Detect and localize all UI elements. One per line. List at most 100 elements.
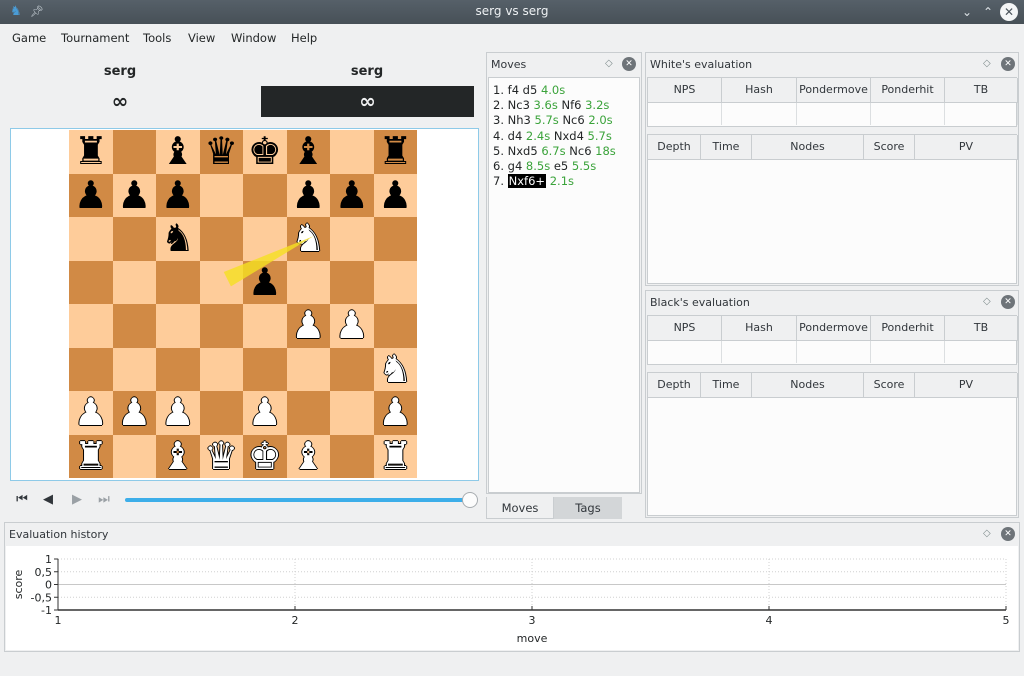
square-f2[interactable] [286, 391, 330, 435]
square-d6[interactable] [199, 217, 243, 261]
float-icon[interactable]: ◇ [983, 296, 991, 307]
white-pawn-icon[interactable]: ♟ [243, 391, 287, 435]
square-a4[interactable] [69, 304, 113, 348]
black-stats-header-pondermove[interactable]: Pondermove [797, 316, 871, 341]
black-stats-header-nps[interactable]: NPS [648, 316, 722, 341]
square-d5[interactable] [199, 260, 243, 304]
square-g6[interactable] [330, 217, 374, 261]
move-slider-track[interactable] [125, 498, 470, 502]
tab-tags[interactable]: Tags [554, 497, 622, 519]
white-pv-header-pv[interactable]: PV [915, 135, 1018, 160]
black-knight-icon[interactable]: ♞ [156, 217, 200, 261]
float-icon[interactable]: ◇ [983, 58, 991, 69]
square-e6[interactable] [243, 217, 287, 261]
white-bishop-icon[interactable]: ♝ [156, 434, 200, 479]
square-b4[interactable] [112, 304, 156, 348]
square-d4[interactable] [199, 304, 243, 348]
menu-game[interactable]: Game [12, 31, 46, 45]
square-g1[interactable] [330, 434, 374, 478]
previous-move-button[interactable]: ◀ [40, 492, 56, 508]
close-dock-button[interactable]: ✕ [1001, 295, 1015, 309]
square-f5[interactable] [286, 260, 330, 304]
white-rook-icon[interactable]: ♜ [69, 434, 113, 479]
black-pawn-icon[interactable]: ♟ [374, 173, 418, 218]
tab-moves[interactable]: Moves [486, 497, 554, 519]
square-h4[interactable] [373, 304, 417, 348]
black-move[interactable]: e5 [554, 159, 572, 173]
square-e4[interactable] [243, 304, 287, 348]
white-pawn-icon[interactable]: ♟ [113, 391, 157, 435]
square-d2[interactable] [199, 391, 243, 435]
square-a3[interactable] [69, 347, 113, 391]
maximize-button[interactable]: ⌃ [979, 3, 997, 21]
white-stats-header-nps[interactable]: NPS [648, 78, 722, 103]
close-dock-button[interactable]: ✕ [1001, 57, 1015, 71]
menu-help[interactable]: Help [291, 31, 317, 45]
square-g3[interactable] [330, 347, 374, 391]
float-icon[interactable]: ◇ [605, 58, 613, 69]
move-slider-handle[interactable] [462, 492, 478, 508]
float-icon[interactable]: ◇ [983, 528, 991, 539]
square-c3[interactable] [156, 347, 200, 391]
first-move-button[interactable]: ⏮︎ [14, 492, 30, 508]
black-move[interactable]: Nc6 [562, 113, 588, 127]
black-stats-header-ponderhit[interactable]: Ponderhit [871, 316, 945, 341]
white-pv-header-depth[interactable]: Depth [648, 135, 701, 160]
last-move-button[interactable]: ⏭︎ [96, 492, 112, 508]
black-rook-icon[interactable]: ♜ [374, 130, 418, 174]
white-move[interactable]: Nxd5 [508, 144, 538, 158]
menu-window[interactable]: Window [231, 31, 276, 45]
black-pawn-icon[interactable]: ♟ [243, 260, 287, 305]
menu-tournament[interactable]: Tournament [61, 31, 129, 45]
close-dock-button[interactable]: ✕ [1001, 527, 1015, 541]
black-bishop-icon[interactable]: ♝ [287, 130, 331, 174]
square-d3[interactable] [199, 347, 243, 391]
white-bishop-icon[interactable]: ♝ [287, 434, 331, 479]
white-stats-header-hash[interactable]: Hash [722, 78, 797, 103]
white-stats-header-tb[interactable]: TB [945, 78, 1018, 103]
close-dock-button[interactable]: ✕ [622, 57, 636, 71]
white-stats-header-pondermove[interactable]: Pondermove [797, 78, 871, 103]
square-h6[interactable] [373, 217, 417, 261]
white-pv-header-nodes[interactable]: Nodes [752, 135, 864, 160]
black-pv-header-nodes[interactable]: Nodes [752, 373, 864, 398]
black-stats-header-tb[interactable]: TB [945, 316, 1018, 341]
black-pawn-icon[interactable]: ♟ [330, 173, 374, 218]
white-king-icon[interactable]: ♚ [243, 434, 287, 479]
black-pv-header-time[interactable]: Time [701, 373, 752, 398]
square-b6[interactable] [112, 217, 156, 261]
black-move[interactable]: d5 [523, 83, 541, 97]
white-pv-header-time[interactable]: Time [701, 135, 752, 160]
black-pv-header-score[interactable]: Score [864, 373, 915, 398]
square-b1[interactable] [112, 434, 156, 478]
minimize-button[interactable]: ⌄ [958, 3, 976, 21]
square-b3[interactable] [112, 347, 156, 391]
white-move[interactable]: g4 [508, 159, 523, 173]
square-d7[interactable] [199, 173, 243, 217]
white-queen-icon[interactable]: ♛ [200, 434, 244, 479]
white-move[interactable]: Nxf6+ [507, 174, 547, 189]
black-pv-header-pv[interactable]: PV [915, 373, 1018, 398]
square-b8[interactable] [112, 130, 156, 174]
black-pawn-icon[interactable]: ♟ [156, 173, 200, 218]
black-stats-header-hash[interactable]: Hash [722, 316, 797, 341]
square-g5[interactable] [330, 260, 374, 304]
square-c5[interactable] [156, 260, 200, 304]
square-c4[interactable] [156, 304, 200, 348]
black-move[interactable]: Nc6 [569, 144, 595, 158]
white-pawn-icon[interactable]: ♟ [330, 304, 374, 348]
black-move[interactable]: Nxd4 [554, 129, 588, 143]
black-pawn-icon[interactable]: ♟ [113, 173, 157, 218]
black-king-icon[interactable]: ♚ [243, 130, 287, 174]
menu-tools[interactable]: Tools [143, 31, 171, 45]
square-a6[interactable] [69, 217, 113, 261]
white-knight-icon[interactable]: ♞ [287, 217, 331, 261]
square-g2[interactable] [330, 391, 374, 435]
square-b5[interactable] [112, 260, 156, 304]
black-bishop-icon[interactable]: ♝ [156, 130, 200, 174]
black-queen-icon[interactable]: ♛ [200, 130, 244, 174]
square-a5[interactable] [69, 260, 113, 304]
white-knight-icon[interactable]: ♞ [374, 347, 418, 392]
white-stats-header-ponderhit[interactable]: Ponderhit [871, 78, 945, 103]
white-move[interactable]: Nh3 [508, 113, 531, 127]
